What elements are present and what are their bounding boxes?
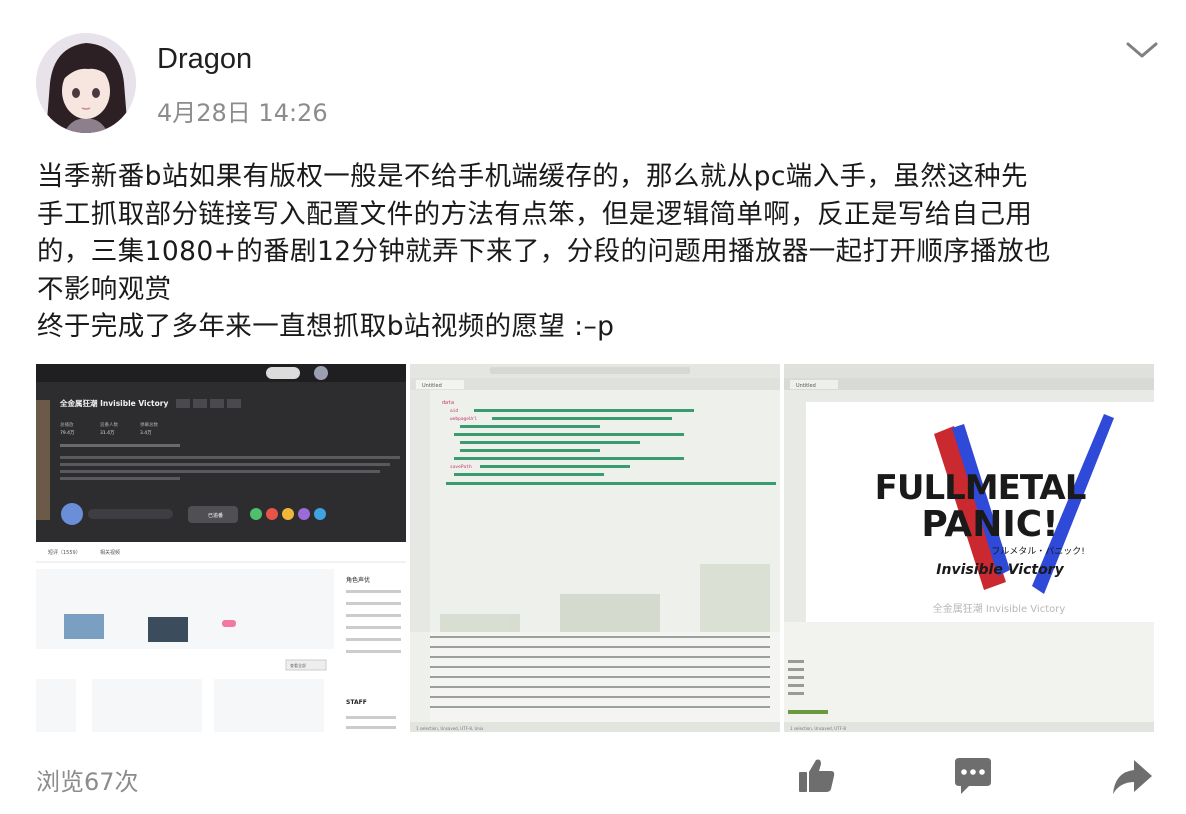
share-arrow-icon[interactable] xyxy=(1110,754,1154,798)
player-tab: Untitled xyxy=(796,383,816,389)
logo-subtitle: Invisible Victory xyxy=(936,562,1064,578)
post-text-line: 手工抓取部分链接写入配置文件的方法有点笨，但是逻辑简单啊，反正是写给自己用 xyxy=(37,198,1033,230)
chevron-down-icon[interactable] xyxy=(1124,38,1160,62)
bilibili-page-screenshot: 全金属狂潮 Invisible Victory 总播放 追番人数 弹幕总数 79… xyxy=(36,364,406,732)
logo-caption: 全金属狂潮 Invisible Victory xyxy=(933,602,1066,615)
json-key: webpageUrl xyxy=(450,416,477,422)
post-photo-2[interactable]: Untitled data aid webpageUrl savePath 1 … xyxy=(410,364,780,732)
stat-label: 弹幕总数 xyxy=(140,421,158,428)
cast-section-title: 角色声优 xyxy=(346,576,370,584)
post-photo-1[interactable]: 全金属狂潮 Invisible Victory 总播放 追番人数 弹幕总数 79… xyxy=(36,364,406,732)
video-player-screenshot: Untitled FULLMETAL PANIC! フルメタル・パニック! In… xyxy=(784,364,1154,732)
stat-value: 3.4万 xyxy=(140,430,152,436)
editor-status: 1 selection, Unsaved, UTF-8, Unix xyxy=(416,726,484,731)
post-timestamp: 4月28日 14:26 xyxy=(157,99,328,127)
post-text-line: 当季新番b站如果有版权一般是不给手机端缓存的，那么就从pc端入手，虽然这种先 xyxy=(37,161,1028,192)
post-text-line: 不影响观赏 xyxy=(37,273,172,305)
stat-label: 总播放 xyxy=(60,421,74,428)
follow-button-label: 已追番 xyxy=(208,512,223,519)
json-key: data xyxy=(442,400,454,406)
post-body: 当季新番b站如果有版权一般是不给手机端缓存的，那么就从pc端入手，虽然这种先 手… xyxy=(37,158,1157,346)
avatar-image xyxy=(36,33,136,133)
see-all-button: 查看全部 xyxy=(290,662,306,668)
logo-line-1: FULLMETAL xyxy=(875,468,1086,508)
post-text-line: 终于完成了多年来一直想抓取b站视频的愿望 :–p xyxy=(37,311,615,342)
code-editor-screenshot: Untitled data aid webpageUrl savePath 1 … xyxy=(410,364,780,732)
player-status: 1 selection, Unsaved, UTF-8 xyxy=(790,726,846,731)
json-key: aid xyxy=(450,408,458,414)
stat-value: 31.4万 xyxy=(100,430,115,436)
thumbs-up-icon[interactable] xyxy=(795,754,839,798)
comments-tab: 短评（1559） xyxy=(48,549,81,556)
logo-line-2: PANIC! xyxy=(921,504,1058,545)
comment-icon[interactable] xyxy=(951,754,995,798)
logo-katakana: フルメタル・パニック! xyxy=(991,546,1085,557)
anime-title: 全金属狂潮 Invisible Victory xyxy=(59,398,168,408)
stat-label: 追番人数 xyxy=(100,421,118,428)
json-key: savePath xyxy=(450,464,472,470)
post-photo-3[interactable]: Untitled FULLMETAL PANIC! フルメタル・パニック! In… xyxy=(784,364,1154,732)
stat-value: 79.4万 xyxy=(60,430,75,436)
author-avatar[interactable] xyxy=(36,33,136,133)
staff-section-title: STAFF xyxy=(346,699,367,706)
editor-tab: Untitled xyxy=(422,383,442,389)
related-videos-tab: 相关视频 xyxy=(100,549,120,556)
author-name[interactable]: Dragon xyxy=(157,43,252,76)
post-text-line: 的，三集1080+的番剧12分钟就弄下来了，分段的问题用播放器一起打开顺序播放也 xyxy=(37,236,1051,267)
view-count: 浏览67次 xyxy=(36,768,139,796)
